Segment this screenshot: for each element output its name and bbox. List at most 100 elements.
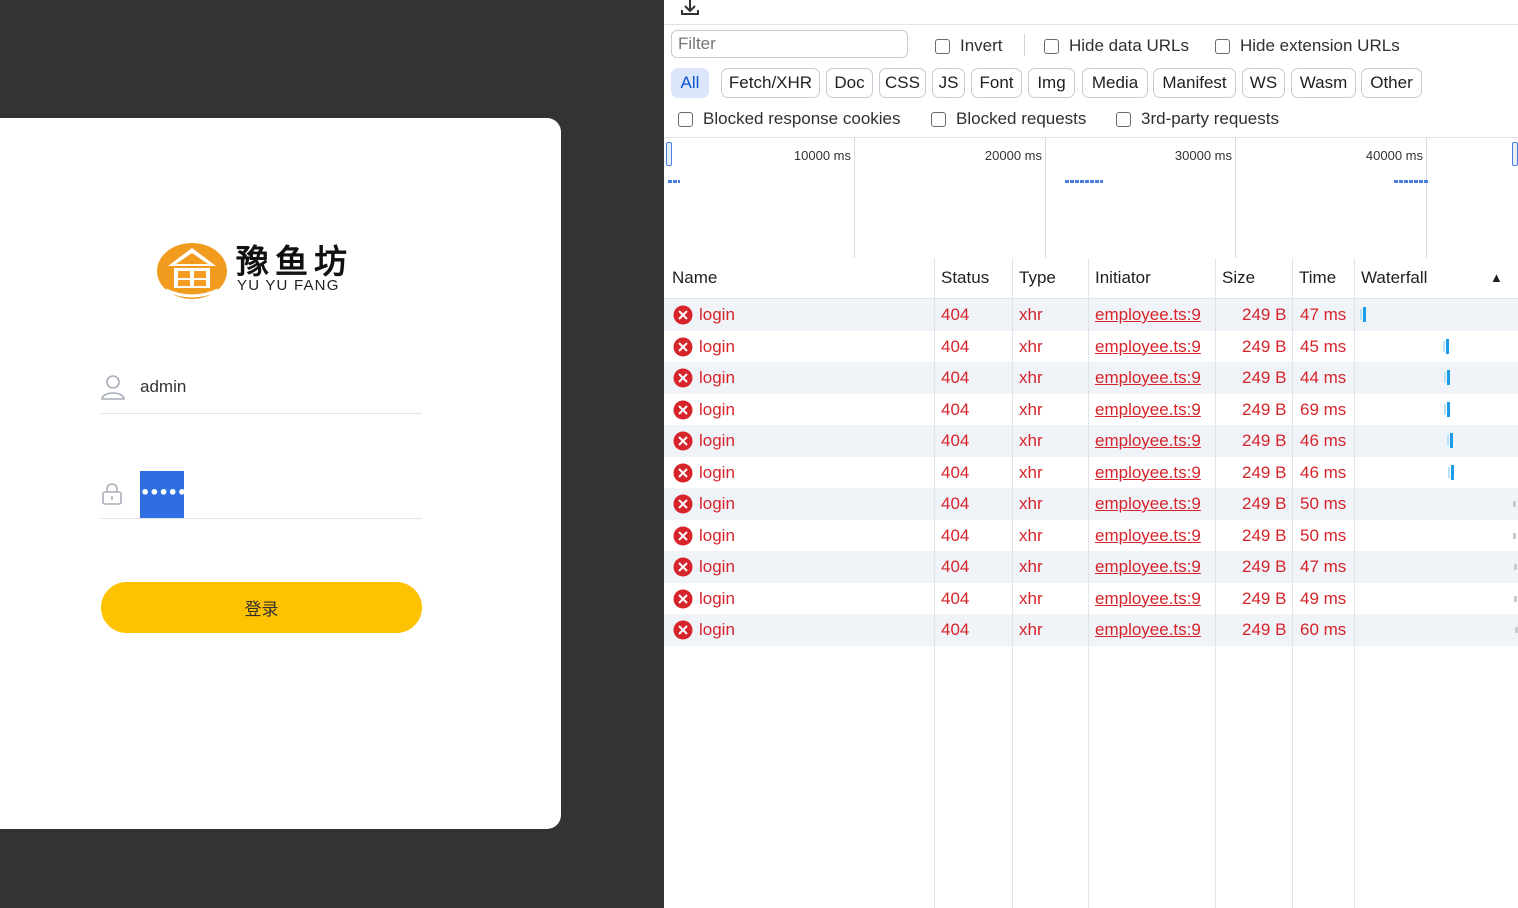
checkbox-label: Blocked response cookies: [703, 109, 901, 128]
request-type: xhr: [1019, 368, 1043, 387]
request-initiator-link[interactable]: employee.ts:9: [1095, 305, 1201, 325]
error-icon: [673, 463, 693, 482]
filter-chip-font[interactable]: Font: [971, 68, 1022, 98]
request-row[interactable]: login 404 xhr employee.ts:9 249 B 47 ms: [664, 551, 1518, 583]
request-name[interactable]: login: [699, 305, 735, 325]
column-header-name[interactable]: Name: [672, 268, 717, 288]
request-initiator-link[interactable]: employee.ts:9: [1095, 589, 1201, 609]
request-name[interactable]: login: [699, 400, 735, 420]
overview-right-handle[interactable]: [1512, 142, 1518, 166]
request-initiator-link[interactable]: employee.ts:9: [1095, 494, 1201, 514]
request-initiator-link[interactable]: employee.ts:9: [1095, 368, 1201, 388]
devtools-network-panel: Invert Hide data URLs Hide extension URL…: [664, 0, 1518, 908]
filter-chip-js[interactable]: JS: [932, 68, 965, 98]
checkbox-box[interactable]: [1116, 111, 1131, 127]
request-initiator-link[interactable]: employee.ts:9: [1095, 400, 1201, 420]
hide-data-urls-checkbox[interactable]: Hide data URLs: [1044, 36, 1189, 56]
request-size: 249 B: [1242, 368, 1287, 387]
overview-gridline: [1045, 138, 1046, 258]
brand-logo: 豫鱼坊 YU YU FANG: [156, 240, 376, 302]
request-name[interactable]: login: [699, 337, 735, 357]
request-initiator-link[interactable]: employee.ts:9: [1095, 337, 1201, 357]
request-size: 249 B: [1242, 557, 1287, 576]
filter-chip-manifest[interactable]: Manifest: [1153, 68, 1236, 98]
request-row[interactable]: login 404 xhr employee.ts:9 249 B 60 ms: [664, 614, 1518, 646]
filter-chip-img[interactable]: Img: [1028, 68, 1075, 98]
download-icon[interactable]: [680, 0, 700, 16]
blocked-requests-checkbox[interactable]: Blocked requests: [931, 109, 1086, 129]
request-row[interactable]: login 404 xhr employee.ts:9 249 B 44 ms: [664, 362, 1518, 394]
error-icon: [673, 305, 693, 325]
request-initiator-link[interactable]: employee.ts:9: [1095, 620, 1201, 640]
filter-chip-media[interactable]: Media: [1082, 68, 1148, 98]
request-name[interactable]: login: [699, 463, 735, 483]
checkbox-box[interactable]: [1044, 38, 1059, 54]
request-row[interactable]: login 404 xhr employee.ts:9 249 B 50 ms: [664, 488, 1518, 520]
request-name[interactable]: login: [699, 494, 735, 514]
request-time: 45 ms: [1300, 336, 1347, 356]
column-header-size[interactable]: Size: [1222, 268, 1255, 288]
blocked-response-cookies-checkbox[interactable]: Blocked response cookies: [678, 109, 901, 129]
third-party-requests-checkbox[interactable]: 3rd-party requests: [1116, 109, 1279, 129]
request-status: 404: [941, 462, 970, 482]
request-row[interactable]: login 404 xhr employee.ts:9 249 B 45 ms: [664, 331, 1518, 363]
request-initiator-link[interactable]: employee.ts:9: [1095, 557, 1201, 577]
column-header-initiator[interactable]: Initiator: [1095, 268, 1151, 288]
checkbox-box[interactable]: [1215, 38, 1230, 54]
request-status: 404: [941, 620, 970, 639]
filter-chip-wasm[interactable]: Wasm: [1291, 68, 1356, 98]
username-field[interactable]: [101, 368, 422, 414]
request-time: 47 ms: [1300, 305, 1347, 324]
filter-chip-fetch-xhr[interactable]: Fetch/XHR: [721, 68, 820, 98]
checkbox-label: Hide extension URLs: [1240, 36, 1400, 55]
timeline-overview[interactable]: 10000 ms 20000 ms 30000 ms 40000 ms: [664, 137, 1518, 259]
filter-chip-other[interactable]: Other: [1361, 68, 1422, 98]
column-header-type[interactable]: Type: [1019, 268, 1056, 288]
checkbox-box[interactable]: [935, 38, 950, 54]
toolbar-divider: [1024, 34, 1025, 56]
request-name[interactable]: login: [699, 589, 735, 609]
filter-chip-all[interactable]: All: [671, 68, 709, 98]
sort-ascending-icon[interactable]: ▲: [1490, 270, 1503, 285]
password-input[interactable]: ••••••: [140, 471, 184, 518]
request-row[interactable]: login 404 xhr employee.ts:9 249 B 49 ms: [664, 583, 1518, 615]
hide-extension-urls-checkbox[interactable]: Hide extension URLs: [1215, 36, 1400, 56]
request-type: xhr: [1019, 336, 1043, 356]
request-initiator-link[interactable]: employee.ts:9: [1095, 431, 1201, 451]
checkbox-box[interactable]: [678, 111, 693, 127]
filter-chip-doc[interactable]: Doc: [826, 68, 873, 98]
network-toolbar: [664, 0, 1518, 25]
invert-checkbox[interactable]: Invert: [935, 36, 1003, 56]
username-input[interactable]: [140, 377, 400, 397]
request-name[interactable]: login: [699, 526, 735, 546]
password-field[interactable]: ••••••: [101, 470, 422, 519]
request-name[interactable]: login: [699, 620, 735, 640]
request-type: xhr: [1019, 620, 1043, 639]
column-header-time[interactable]: Time: [1299, 268, 1336, 288]
request-row[interactable]: login 404 xhr employee.ts:9 249 B 47 ms: [664, 299, 1518, 331]
request-row[interactable]: login 404 xhr employee.ts:9 249 B 69 ms: [664, 394, 1518, 426]
request-type: xhr: [1019, 525, 1043, 545]
filter-chip-ws[interactable]: WS: [1242, 68, 1285, 98]
request-size: 249 B: [1242, 399, 1287, 419]
request-name[interactable]: login: [699, 368, 735, 388]
request-row[interactable]: login 404 xhr employee.ts:9 249 B 46 ms: [664, 425, 1518, 457]
request-name[interactable]: login: [699, 557, 735, 577]
column-header-status[interactable]: Status: [941, 268, 989, 288]
request-initiator-link[interactable]: employee.ts:9: [1095, 526, 1201, 546]
request-row[interactable]: login 404 xhr employee.ts:9 249 B 50 ms: [664, 520, 1518, 552]
column-header-waterfall[interactable]: Waterfall: [1361, 268, 1427, 288]
request-type: xhr: [1019, 588, 1043, 608]
overview-request-mark: [1394, 180, 1428, 183]
lock-icon: [102, 483, 122, 505]
filter-chip-css[interactable]: CSS: [879, 68, 926, 98]
overview-left-handle[interactable]: [666, 142, 672, 166]
filter-input[interactable]: [671, 30, 908, 58]
login-button[interactable]: 登录: [101, 582, 422, 633]
request-time: 60 ms: [1300, 620, 1347, 639]
request-initiator-link[interactable]: employee.ts:9: [1095, 463, 1201, 483]
request-row[interactable]: login 404 xhr employee.ts:9 249 B 46 ms: [664, 457, 1518, 489]
user-icon: [101, 375, 125, 400]
request-name[interactable]: login: [699, 431, 735, 451]
checkbox-box[interactable]: [931, 111, 946, 127]
